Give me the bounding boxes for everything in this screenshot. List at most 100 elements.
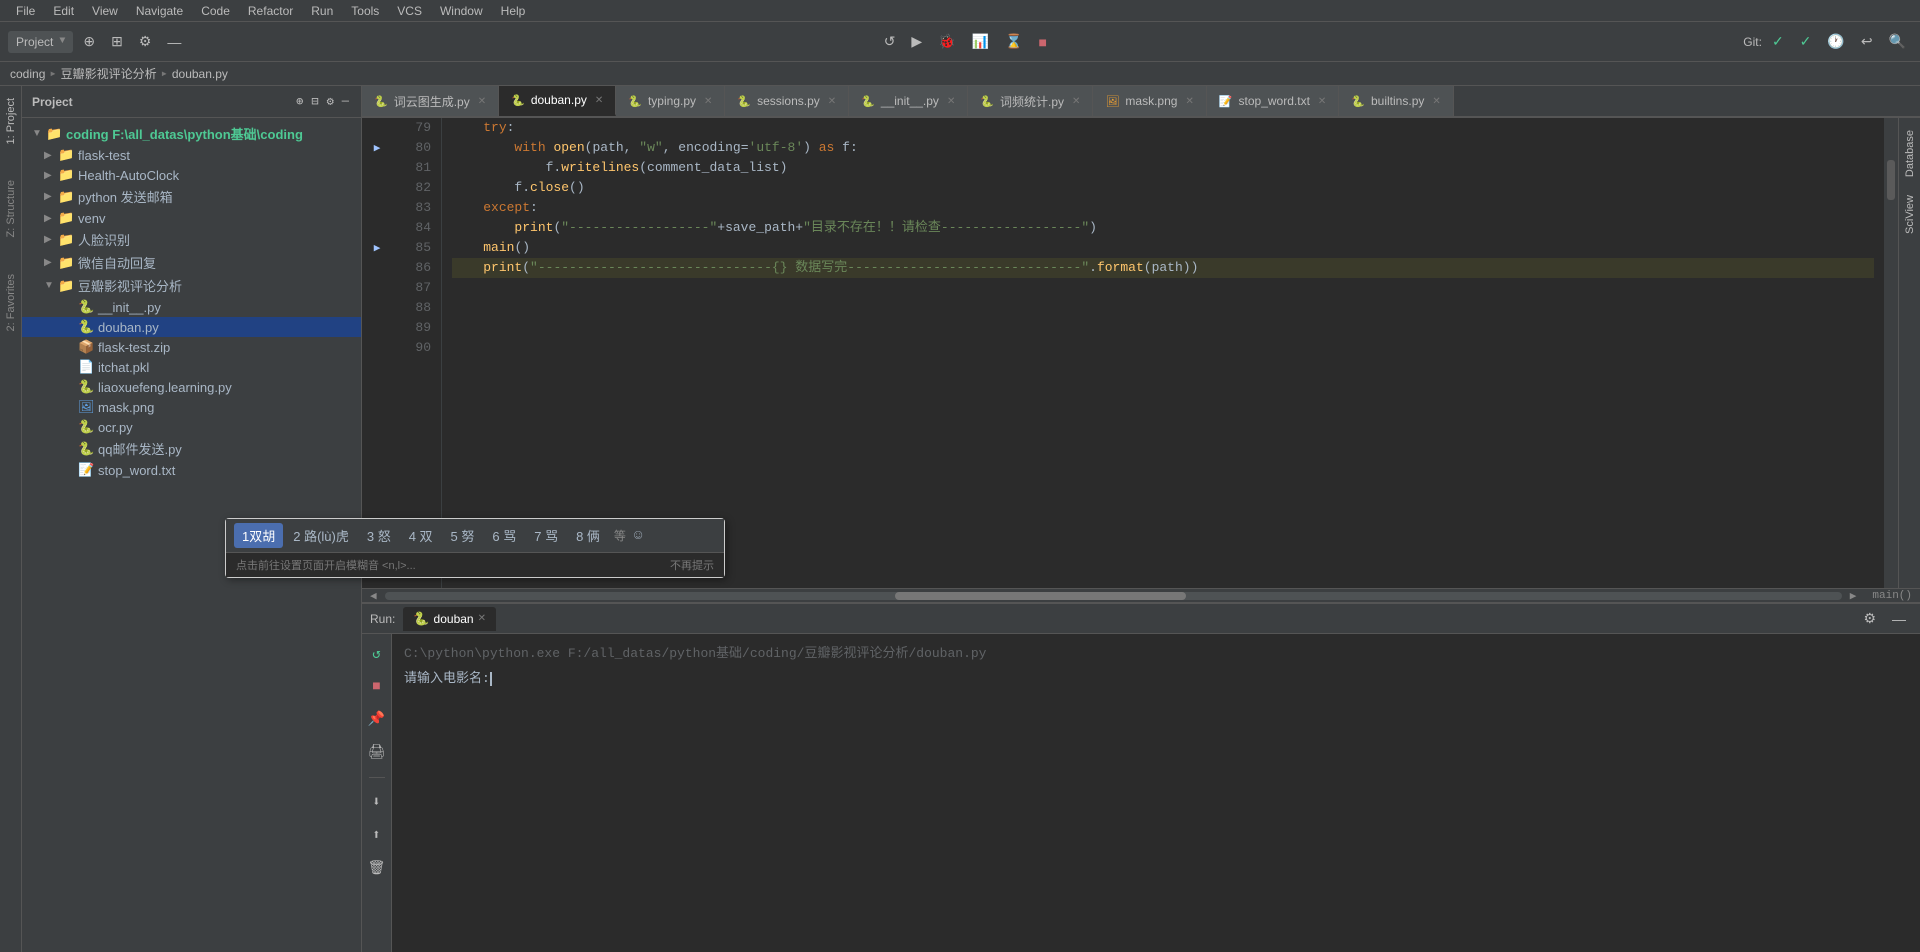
- tab-builtins[interactable]: 🐍 builtins.py ✕: [1339, 86, 1453, 116]
- ime-candidate-8[interactable]: 8 俩: [568, 523, 608, 548]
- menu-code[interactable]: Code: [193, 2, 238, 20]
- ime-candidate-1[interactable]: 1双胡: [234, 523, 283, 548]
- tree-item-coding[interactable]: ▼ 📁 coding F:\all_datas\python基础\coding: [22, 122, 361, 145]
- sidebar-collapse-icon[interactable]: —: [340, 92, 351, 111]
- run-stop-button[interactable]: ■: [368, 675, 384, 699]
- close-panel-button[interactable]: —: [161, 30, 187, 54]
- tab-typing[interactable]: 🐍 typing.py ✕: [616, 86, 725, 116]
- sidebar-tab-favorites[interactable]: 2: Favorites: [2, 266, 20, 339]
- menu-view[interactable]: View: [84, 2, 126, 20]
- tab-sessions[interactable]: 🐍 sessions.py ✕: [725, 86, 849, 116]
- tab-close-stopword[interactable]: ✕: [1318, 96, 1326, 107]
- search-everywhere-button[interactable]: 🔍: [1883, 29, 1912, 54]
- tree-item-venv[interactable]: ▶ 📁 venv: [22, 208, 361, 228]
- ime-candidate-7[interactable]: 7 骂: [526, 523, 566, 548]
- run-delete-button[interactable]: 🗑: [364, 856, 390, 881]
- run-config-button[interactable]: ▶: [905, 29, 928, 54]
- tree-item-liaoxuefeng[interactable]: 🐍 liaoxuefeng.learning.py: [22, 377, 361, 397]
- menu-edit[interactable]: Edit: [45, 2, 82, 20]
- ime-candidate-6[interactable]: 6 骂: [484, 523, 524, 548]
- git-check-button[interactable]: ✓: [1766, 29, 1790, 54]
- tree-item-stopword[interactable]: 📝 stop_word.txt: [22, 460, 361, 480]
- ime-more[interactable]: 等: [614, 527, 626, 544]
- run-settings-button[interactable]: ⚙: [1857, 606, 1882, 631]
- tree-item-qq[interactable]: 🐍 qq邮件发送.py: [22, 437, 361, 460]
- ime-candidate-4[interactable]: 4 双: [401, 523, 441, 548]
- tab-stopword[interactable]: 📝 stop_word.txt ✕: [1207, 86, 1339, 116]
- tree-item-itchat[interactable]: 📄 itchat.pkl: [22, 357, 361, 377]
- breadcrumb-coding[interactable]: coding: [10, 67, 45, 81]
- tab-close-init[interactable]: ✕: [947, 96, 955, 107]
- sidebar-add-icon[interactable]: ⊕: [294, 92, 305, 111]
- ime-candidate-5[interactable]: 5 努: [443, 523, 483, 548]
- settings-button[interactable]: ⚙: [133, 29, 158, 54]
- tab-wordcloud[interactable]: 🐍 词云图生成.py ✕: [362, 86, 499, 116]
- tree-item-douban-folder[interactable]: ▼ 📁 豆瓣影视评论分析: [22, 274, 361, 297]
- h-scrollbar-track[interactable]: [385, 592, 1842, 600]
- menu-tools[interactable]: Tools: [343, 2, 387, 20]
- tree-item-init[interactable]: 🐍 __init__.py: [22, 297, 361, 317]
- breadcrumb-file[interactable]: douban.py: [172, 67, 228, 81]
- refresh-button[interactable]: ↺: [878, 29, 902, 54]
- ime-dismiss[interactable]: 不再提示: [670, 557, 714, 573]
- git-commit-button[interactable]: ✓: [1794, 29, 1818, 54]
- menu-run[interactable]: Run: [303, 2, 341, 20]
- menu-navigate[interactable]: Navigate: [128, 2, 191, 20]
- run-minimize-button[interactable]: —: [1886, 606, 1912, 631]
- tab-close-wordcloud[interactable]: ✕: [478, 96, 486, 107]
- run-pin-button[interactable]: 📌: [364, 707, 389, 732]
- git-time-button[interactable]: 🕐: [1821, 29, 1850, 54]
- tab-close-typing[interactable]: ✕: [704, 96, 712, 107]
- run-print-button[interactable]: 🖨: [364, 740, 390, 765]
- sidebar-tab-zstructure[interactable]: Z: Structure: [2, 172, 20, 245]
- minimap-scrollbar[interactable]: [1884, 118, 1898, 588]
- run-tab-close[interactable]: ✕: [478, 613, 486, 624]
- tab-close-douban[interactable]: ✕: [595, 95, 603, 106]
- tree-item-flask-test[interactable]: ▶ 📁 flask-test: [22, 145, 361, 165]
- run-output[interactable]: C:\python\python.exe F:/all_datas/python…: [392, 634, 1920, 952]
- run-restart-button[interactable]: ↺: [368, 642, 384, 667]
- project-dropdown[interactable]: Project ▼: [8, 31, 73, 53]
- tree-item-mask[interactable]: 🖼 mask.png: [22, 397, 361, 417]
- sidebar-layout-icon[interactable]: ⊟: [309, 92, 320, 111]
- run-tab-douban[interactable]: 🐍 douban ✕: [403, 607, 496, 631]
- stop-button[interactable]: ■: [1033, 30, 1053, 54]
- menu-refactor[interactable]: Refactor: [240, 2, 301, 20]
- tree-item-wechat[interactable]: ▶ 📁 微信自动回复: [22, 251, 361, 274]
- tab-close-builtins[interactable]: ✕: [1432, 96, 1440, 107]
- sidebar-settings-icon[interactable]: ⚙: [325, 92, 336, 111]
- profile-button[interactable]: ⌛: [999, 29, 1028, 54]
- menu-window[interactable]: Window: [432, 2, 491, 20]
- tree-item-health[interactable]: ▶ 📁 Health-AutoClock: [22, 165, 361, 185]
- ime-candidate-3[interactable]: 3 怒: [359, 523, 399, 548]
- ime-emoji[interactable]: ☺: [634, 528, 642, 544]
- menu-help[interactable]: Help: [493, 2, 534, 20]
- breadcrumb-folder[interactable]: 豆瓣影视评论分析: [61, 65, 157, 82]
- sidebar-tab-project[interactable]: 1: Project: [2, 90, 20, 152]
- layout-button[interactable]: ⊞: [105, 29, 129, 54]
- right-tab-database[interactable]: Database: [1900, 122, 1920, 185]
- tree-item-flask-zip[interactable]: 📦 flask-test.zip: [22, 337, 361, 357]
- run-scroll-button[interactable]: ⬇: [368, 790, 384, 815]
- tree-item-ocr[interactable]: 🐍 ocr.py: [22, 417, 361, 437]
- tree-item-douban-py[interactable]: 🐍 douban.py: [22, 317, 361, 337]
- debug-button[interactable]: 🐞: [932, 29, 961, 54]
- right-tab-scview[interactable]: SciView: [1900, 187, 1920, 242]
- tab-douban[interactable]: 🐍 douban.py ✕: [499, 86, 616, 116]
- menu-vcs[interactable]: VCS: [389, 2, 430, 20]
- tab-icon-typing: 🐍: [628, 95, 642, 108]
- tab-close-sessions[interactable]: ✕: [828, 96, 836, 107]
- tab-cipin[interactable]: 🐍 词频统计.py ✕: [968, 86, 1093, 116]
- git-undo-button[interactable]: ↩: [1855, 29, 1879, 54]
- coverage-button[interactable]: 📊: [966, 29, 995, 54]
- ime-candidate-2[interactable]: 2 路(lù)虎: [285, 523, 357, 548]
- tab-close-cipin[interactable]: ✕: [1072, 96, 1080, 107]
- tab-init[interactable]: 🐍 __init__.py ✕: [849, 86, 968, 116]
- run-scroll-up-button[interactable]: ⬆: [368, 823, 384, 848]
- tree-item-face[interactable]: ▶ 📁 人脸识别: [22, 228, 361, 251]
- tree-item-mail[interactable]: ▶ 📁 python 发送邮箱: [22, 185, 361, 208]
- add-button[interactable]: ⊕: [77, 29, 101, 54]
- tab-maskpng[interactable]: 🖼 mask.png ✕: [1093, 86, 1206, 116]
- menu-file[interactable]: File: [8, 2, 43, 20]
- tab-close-maskpng[interactable]: ✕: [1185, 96, 1193, 107]
